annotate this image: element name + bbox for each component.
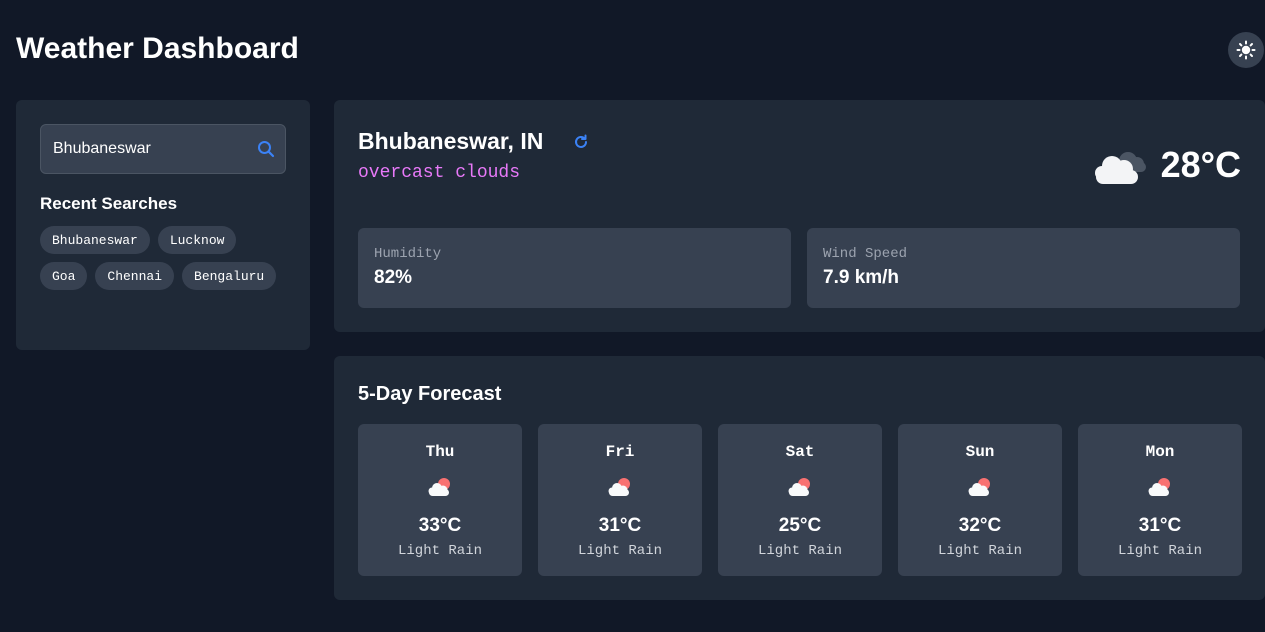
wind-speed-card: Wind Speed 7.9 km/h (807, 228, 1240, 308)
forecast-condition: Light Rain (1117, 543, 1202, 559)
partly-cloudy-icon (608, 478, 630, 496)
forecast-card: 5-Day Forecast Thu 33°C Light Rain Fri 3… (334, 356, 1265, 600)
recent-search-chip[interactable]: Lucknow (157, 226, 237, 254)
humidity-value: 82% (374, 267, 413, 288)
forecast-day-card: Sun 32°C Light Rain (898, 424, 1062, 576)
forecast-condition: Light Rain (577, 543, 662, 559)
partly-cloudy-icon (968, 478, 990, 496)
forecast-day: Fri (605, 443, 635, 461)
city-name: Bhubaneswar, IN (358, 128, 544, 154)
search-box (40, 124, 286, 174)
forecast-condition: Light Rain (397, 543, 482, 559)
current-weather-card: Bhubaneswar, IN overcast clouds 28°C Hum… (334, 100, 1265, 332)
partly-cloudy-icon (1148, 478, 1170, 496)
recent-searches-list: Bhubaneswar Lucknow Goa Chennai Bengalur… (40, 226, 290, 290)
forecast-day: Thu (425, 443, 455, 461)
partly-cloudy-icon (788, 478, 810, 496)
recent-search-chip[interactable]: Goa (40, 262, 88, 290)
recent-search-chip[interactable]: Bengaluru (182, 262, 277, 290)
recent-search-chip[interactable]: Bhubaneswar (40, 226, 150, 254)
forecast-list: Thu 33°C Light Rain Fri 31°C Light Rain … (358, 424, 1242, 576)
wind-speed-value: 7.9 km/h (823, 267, 900, 288)
search-input[interactable] (41, 125, 251, 173)
partly-cloudy-icon (428, 478, 450, 496)
forecast-day-card: Thu 33°C Light Rain (358, 424, 522, 576)
page-title: Weather Dashboard (16, 32, 299, 65)
forecast-temperature: 32°C (958, 515, 1002, 536)
theme-toggle-button[interactable] (1228, 32, 1264, 68)
forecast-day-card: Fri 31°C Light Rain (538, 424, 702, 576)
recent-searches-title: Recent Searches (40, 194, 178, 213)
recent-search-chip[interactable]: Chennai (95, 262, 175, 290)
sun-icon (1236, 40, 1256, 60)
forecast-temperature: 33°C (418, 515, 462, 536)
forecast-day: Sat (785, 443, 815, 461)
wind-speed-label: Wind Speed (823, 246, 908, 262)
overcast-clouds-icon (1095, 152, 1146, 184)
current-temperature: 28°C (1160, 144, 1241, 185)
forecast-day-card: Mon 31°C Light Rain (1078, 424, 1242, 576)
forecast-condition: Light Rain (937, 543, 1022, 559)
search-button[interactable] (255, 138, 277, 160)
search-icon (258, 141, 275, 158)
refresh-button[interactable] (571, 132, 591, 152)
forecast-temperature: 31°C (598, 515, 642, 536)
weather-description: overcast clouds (358, 163, 521, 183)
forecast-title: 5-Day Forecast (358, 383, 502, 405)
forecast-day-card: Sat 25°C Light Rain (718, 424, 882, 576)
app: Weather Dashboard Bhubaneswar Recent Sea… (0, 0, 1265, 632)
sidebar: Recent Searches Bhubaneswar Lucknow Goa … (16, 100, 310, 350)
forecast-temperature: 31°C (1138, 515, 1182, 536)
forecast-condition: Light Rain (757, 543, 842, 559)
humidity-card: Humidity 82% (358, 228, 791, 308)
forecast-day: Mon (1145, 443, 1175, 461)
humidity-label: Humidity (374, 246, 442, 262)
forecast-day: Sun (965, 443, 995, 461)
refresh-icon (575, 134, 587, 148)
forecast-temperature: 25°C (778, 515, 822, 536)
